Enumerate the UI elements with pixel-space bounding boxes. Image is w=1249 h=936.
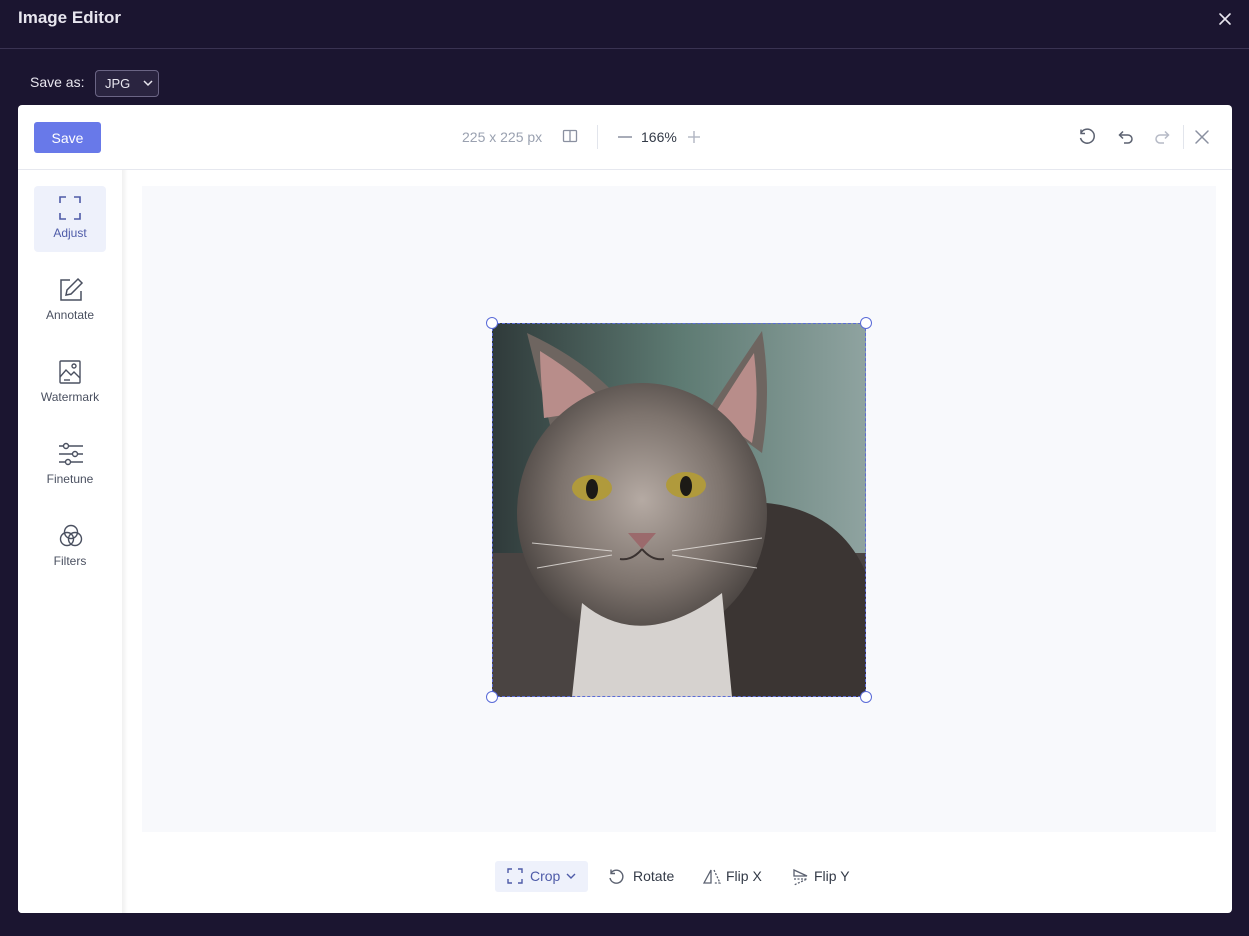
flip-y-button[interactable]: Flip Y xyxy=(792,861,862,892)
close-editor-button[interactable] xyxy=(1192,127,1212,151)
zoom-out-button[interactable] xyxy=(616,128,634,150)
crop-frame-icon xyxy=(59,196,81,220)
modal-title: Image Editor xyxy=(18,8,121,27)
chevron-down-icon xyxy=(143,80,153,87)
crop-handle-top-right[interactable] xyxy=(860,317,872,329)
undo-button[interactable] xyxy=(1115,127,1135,151)
tool-annotate[interactable]: Annotate xyxy=(34,268,106,334)
crop-handle-bottom-left[interactable] xyxy=(486,691,498,703)
tool-label: Adjust xyxy=(53,226,87,240)
crop-frame-icon xyxy=(507,868,523,884)
rotate-button[interactable]: Rotate xyxy=(607,861,681,892)
tool-label: Filters xyxy=(53,554,87,568)
tool-adjust[interactable]: Adjust xyxy=(34,186,106,252)
tool-label: Annotate xyxy=(45,308,95,322)
sidebar-shadow xyxy=(122,170,128,913)
zoom-level: 166% xyxy=(641,129,677,145)
undo-icon xyxy=(1118,130,1133,144)
minus-icon xyxy=(618,136,632,138)
flip-x-button[interactable]: Flip X xyxy=(703,861,773,892)
plus-icon xyxy=(688,131,700,143)
tool-watermark[interactable]: Watermark xyxy=(34,350,106,416)
rotate-icon xyxy=(609,869,624,884)
color-circles-icon xyxy=(59,524,83,547)
crop-area[interactable] xyxy=(492,323,866,697)
flip-x-label: Flip X xyxy=(726,868,762,884)
tool-label: Watermark xyxy=(40,390,100,404)
image-dimensions: 225 x 225 px xyxy=(462,129,543,145)
flip-y-icon xyxy=(793,868,808,886)
edit-pencil-icon xyxy=(60,277,84,301)
toolbar-divider xyxy=(1183,125,1184,149)
tool-filters[interactable]: Filters xyxy=(34,514,106,580)
compare-icon xyxy=(562,129,578,143)
toolbar-divider xyxy=(597,125,598,149)
reset-icon xyxy=(1079,128,1095,144)
crop-button[interactable]: Crop xyxy=(495,861,588,892)
rotate-label: Rotate xyxy=(633,868,675,884)
save-as-label: Save as: xyxy=(30,74,85,90)
chevron-down-icon xyxy=(566,873,576,879)
tool-finetune[interactable]: Finetune xyxy=(34,432,106,498)
flip-x-icon xyxy=(703,869,721,884)
image-editor-panel: Save 225 x 225 px 166% Adjust Annotate W… xyxy=(18,105,1232,913)
flip-y-label: Flip Y xyxy=(814,868,850,884)
crop-handle-top-left[interactable] xyxy=(486,317,498,329)
zoom-in-button[interactable] xyxy=(686,128,702,150)
modal-header: Image Editor xyxy=(0,0,1249,49)
sliders-icon xyxy=(59,442,83,466)
close-icon xyxy=(1219,13,1231,25)
format-select[interactable]: JPG xyxy=(95,70,159,97)
redo-button[interactable] xyxy=(1153,127,1173,151)
modal-close-button[interactable] xyxy=(1215,9,1235,29)
crop-handle-bottom-right[interactable] xyxy=(860,691,872,703)
compare-button[interactable] xyxy=(562,128,578,148)
save-button[interactable]: Save xyxy=(34,122,101,153)
crop-label: Crop xyxy=(530,868,561,884)
image-icon xyxy=(59,360,81,384)
reset-button[interactable] xyxy=(1077,127,1097,151)
editor-canvas xyxy=(142,186,1216,832)
format-selected-value: JPG xyxy=(105,76,131,91)
editor-topbar: Save 225 x 225 px 166% xyxy=(18,105,1232,170)
tool-label: Finetune xyxy=(46,472,94,486)
close-icon xyxy=(1195,130,1209,144)
adjust-toolbar: Crop Rotate Flip X Flip Y xyxy=(142,845,1216,905)
redo-icon xyxy=(1155,130,1170,144)
tools-sidebar: Adjust Annotate Watermark Finetune Filte… xyxy=(18,170,126,913)
